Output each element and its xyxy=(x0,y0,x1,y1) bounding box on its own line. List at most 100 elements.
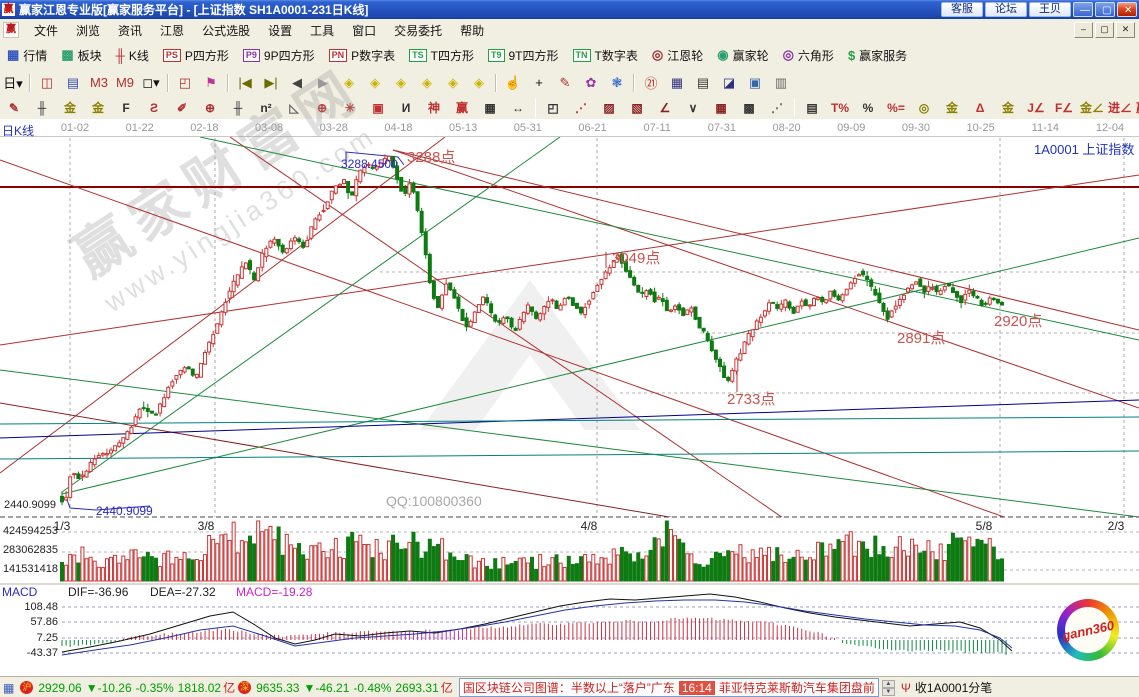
quote-grid-icon[interactable]: ▦ xyxy=(3,681,14,695)
close-button[interactable]: ✕ xyxy=(1117,2,1137,17)
pct-icon[interactable]: % xyxy=(854,99,882,117)
gann-diamond6-icon[interactable]: ◈ xyxy=(466,72,492,93)
kxian[interactable]: ╫K线 xyxy=(109,43,156,67)
forum-button[interactable]: 论坛 xyxy=(985,2,1027,17)
brain-icon[interactable]: ❃ xyxy=(604,72,630,93)
draw-tool-icon[interactable]: ✎ xyxy=(552,72,578,93)
mdi-restore-button[interactable]: ▢ xyxy=(1095,22,1114,38)
flag-icon[interactable]: ⚑ xyxy=(198,72,224,93)
minimize-button[interactable]: — xyxy=(1073,2,1093,17)
gold3-icon[interactable]: 金 xyxy=(938,99,966,117)
t-sifangxing[interactable]: TST四方形 xyxy=(402,43,481,67)
notes-icon[interactable]: ▤ xyxy=(690,72,716,93)
menu-trade[interactable]: 交易委托 xyxy=(385,19,451,42)
user-account-button[interactable]: 王贝 xyxy=(1029,2,1071,17)
j-angle-icon[interactable]: J∠ xyxy=(1022,99,1050,117)
yingjiafuwu[interactable]: $赢家服务 xyxy=(841,43,914,67)
target2-icon[interactable]: ✳ xyxy=(336,99,364,117)
print-icon[interactable]: ▥ xyxy=(768,72,794,93)
ticks2-icon[interactable]: ╫ xyxy=(224,99,252,117)
list-icon[interactable]: ▤ xyxy=(798,99,826,117)
save-icon[interactable]: ◪ xyxy=(716,72,742,93)
shade2-icon[interactable]: ▧ xyxy=(623,99,651,117)
shen-icon[interactable]: 神 xyxy=(420,99,448,117)
slash-icon[interactable]: ⋰ xyxy=(763,99,791,117)
gann-diamond3-icon[interactable]: ◈ xyxy=(388,72,414,93)
info-panel-icon[interactable]: ▤ xyxy=(60,72,86,93)
yingjialun[interactable]: ◉赢家轮 xyxy=(710,43,775,67)
minichart9-icon[interactable]: M9 xyxy=(112,72,138,93)
bankuai[interactable]: ▩板块 xyxy=(54,43,108,67)
grid-ticks-icon[interactable]: ╫ xyxy=(28,99,56,117)
track-icon[interactable]: ◰ xyxy=(172,72,198,93)
menu-formula[interactable]: 公式选股 xyxy=(193,19,259,42)
grid4-icon[interactable]: ▦ xyxy=(707,99,735,117)
hrange-icon[interactable]: ↔ xyxy=(504,99,532,117)
nav-next-icon[interactable]: ▶ xyxy=(310,72,336,93)
candle-style-icon[interactable]: ◻▾ xyxy=(138,72,164,93)
calculator-icon[interactable]: ▦ xyxy=(664,72,690,93)
grid3-icon[interactable]: ▦ xyxy=(476,99,504,117)
ying-angle-icon[interactable]: 赢∠ xyxy=(1134,99,1139,117)
f-tool-icon[interactable]: F xyxy=(112,99,140,117)
pattern-icon[interactable]: ◫ xyxy=(34,72,60,93)
pen2-icon[interactable]: ✐ xyxy=(168,99,196,117)
maximize-button[interactable]: ▢ xyxy=(1095,2,1115,17)
nav-last-icon[interactable]: ▶| xyxy=(258,72,284,93)
gold2-icon[interactable]: 金 xyxy=(84,99,112,117)
hand-tool-icon[interactable]: ☝ xyxy=(500,72,526,93)
gann-shape-icon[interactable]: ✿ xyxy=(578,72,604,93)
gann-diamond5-icon[interactable]: ◈ xyxy=(440,72,466,93)
shade1-icon[interactable]: ▨ xyxy=(595,99,623,117)
news-ticker[interactable]: 国区块链公司图谱：半数以上“落户”广东 16:14 菲亚特克莱斯勒汽车集团盘前 xyxy=(459,678,879,697)
menu-news[interactable]: 资讯 xyxy=(109,19,151,42)
ticker-spinner[interactable]: ▲▼ xyxy=(882,680,895,696)
p-sifangxing[interactable]: PSP四方形 xyxy=(156,43,236,67)
t-shuzibiao[interactable]: TNT数字表 xyxy=(566,43,645,67)
f-angle-icon[interactable]: F∠ xyxy=(1050,99,1078,117)
tpct-icon[interactable]: T% xyxy=(826,99,854,117)
p-shuzibiao[interactable]: PNP数字表 xyxy=(322,43,403,67)
menu-file[interactable]: 文件 xyxy=(25,19,67,42)
customer-service-button[interactable]: 客服 xyxy=(941,2,983,17)
minichart3-icon[interactable]: M3 xyxy=(86,72,112,93)
gold-circle-icon[interactable]: ◎ xyxy=(910,99,938,117)
export-icon[interactable]: ▣ xyxy=(742,72,768,93)
jiangenlun[interactable]: ◎江恩轮 xyxy=(645,43,710,67)
calendar-icon[interactable]: ㉑ xyxy=(638,72,664,93)
ying-icon[interactable]: 赢 xyxy=(448,99,476,117)
n2-icon[interactable]: n² xyxy=(252,99,280,117)
menu-gann[interactable]: 江恩 xyxy=(151,19,193,42)
vee-icon[interactable]: ∨ xyxy=(679,99,707,117)
s-tool-icon[interactable]: Ƨ xyxy=(140,99,168,117)
delta-icon[interactable]: Δ xyxy=(966,99,994,117)
menu-window[interactable]: 窗口 xyxy=(343,19,385,42)
menu-browse[interactable]: 浏览 xyxy=(67,19,109,42)
gold1-icon[interactable]: 金 xyxy=(56,99,84,117)
gold4-icon[interactable]: 金 xyxy=(994,99,1022,117)
liujiaoxing[interactable]: ◎六角形 xyxy=(776,43,841,67)
nav-prev-icon[interactable]: ◀ xyxy=(284,72,310,93)
target1-icon[interactable]: ⊕ xyxy=(308,99,336,117)
menu-help[interactable]: 帮助 xyxy=(451,19,493,42)
gann-diamond2-icon[interactable]: ◈ xyxy=(362,72,388,93)
gann-diamond4-icon[interactable]: ◈ xyxy=(414,72,440,93)
angle-ruler-icon[interactable]: ◺ xyxy=(280,99,308,117)
9t-sifangxing[interactable]: T99T四方形 xyxy=(481,43,566,67)
nav-first-icon[interactable]: |◀ xyxy=(232,72,258,93)
angle2-icon[interactable]: ∠ xyxy=(651,99,679,117)
pencil-icon[interactable]: ✎ xyxy=(0,99,28,117)
menu-tools[interactable]: 工具 xyxy=(301,19,343,42)
mdi-close-button[interactable]: ✕ xyxy=(1116,22,1135,38)
9p-sifangxing[interactable]: P99P四方形 xyxy=(236,43,322,67)
mdi-minimize-button[interactable]: – xyxy=(1074,22,1093,38)
gann-diamond1-icon[interactable]: ◈ xyxy=(336,72,362,93)
menu-settings[interactable]: 设置 xyxy=(259,19,301,42)
hangqing[interactable]: ▦行情 xyxy=(0,43,54,67)
wave-icon[interactable]: И xyxy=(392,99,420,117)
target3-icon[interactable]: ▣ xyxy=(364,99,392,117)
jin-angle-icon[interactable]: 进∠ xyxy=(1106,99,1134,117)
grid5-icon[interactable]: ▩ xyxy=(735,99,763,117)
crosshair-tool-icon[interactable]: + xyxy=(526,72,552,93)
gold-angle-icon[interactable]: 金∠ xyxy=(1078,99,1106,117)
